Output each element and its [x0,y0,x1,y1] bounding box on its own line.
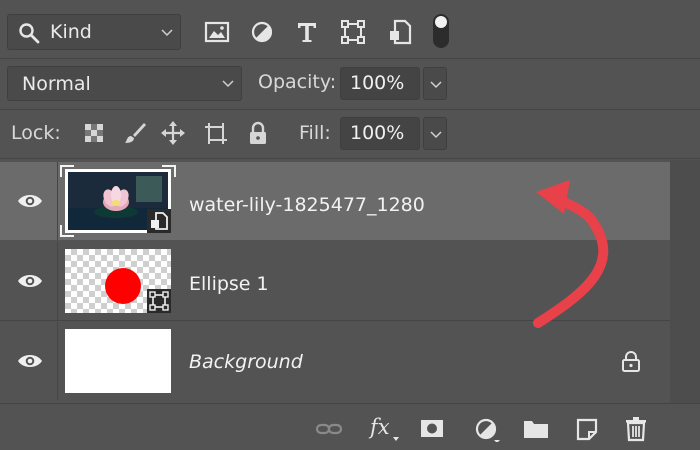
opacity-label: Opacity: [258,71,337,93]
filter-kind-label: Kind [50,21,92,43]
blend-mode-select[interactable]: Normal [7,66,242,101]
divider [0,158,700,159]
lock-transparent-pixels-icon[interactable] [81,120,107,146]
layer-row-background[interactable]: Background [0,322,670,400]
chevron-down-icon [430,131,442,139]
layers-bottom-toolbar: fx [0,403,700,450]
lock-artboard-icon[interactable] [203,120,229,146]
layers-panel: Kind Normal Opacity: 100% Lock: Fill: 10… [0,0,700,450]
chevron-down-icon [430,81,442,89]
blend-mode-label: Normal [22,73,91,95]
lock-image-pixels-icon[interactable] [122,120,148,146]
search-icon [19,23,40,44]
fill-dropdown-button[interactable] [423,117,447,150]
layers-scrollbar[interactable] [670,160,700,403]
filter-toggle[interactable] [433,14,449,48]
lock-position-icon[interactable] [160,120,186,146]
layer-name[interactable]: Background [189,351,303,373]
image-filter-icon[interactable] [203,18,231,46]
smart-object-filter-icon[interactable] [386,18,414,46]
opacity-input[interactable]: 100% [340,67,420,100]
lock-all-icon[interactable] [245,120,271,146]
divider [0,109,700,110]
annotation-arrow [533,180,609,328]
shape-filter-icon[interactable] [339,18,367,46]
layer-name[interactable]: water-lily-1825477_1280 [189,194,425,216]
filter-row: Kind [0,0,700,58]
opacity-dropdown-button[interactable] [423,67,447,100]
smart-object-badge-icon [147,209,171,233]
chevron-down-icon [393,437,399,441]
fill-label: Fill: [299,122,331,144]
add-mask-icon[interactable] [418,416,446,442]
fill-input[interactable]: 100% [340,117,420,150]
adjustment-filter-icon[interactable] [248,18,276,46]
lock-label: Lock: [11,122,61,144]
layer-thumbnail-background [65,329,171,393]
chevron-down-icon [222,80,234,88]
new-layer-icon[interactable] [573,416,601,442]
chevron-down-icon [161,29,173,37]
toggle-knob [435,16,447,28]
visibility-eye-icon[interactable] [17,273,43,289]
link-layers-icon[interactable] [315,416,343,442]
filter-kind-select[interactable]: Kind [7,14,181,50]
delete-layer-icon[interactable] [622,416,650,442]
new-group-icon[interactable] [522,416,550,442]
adjustment-layer-icon[interactable] [472,416,500,442]
visibility-eye-icon[interactable] [17,193,43,209]
layer-style-icon[interactable]: fx [370,415,390,439]
type-filter-icon[interactable] [293,18,321,46]
shape-badge-icon [147,289,171,313]
background-lock-icon[interactable] [621,350,641,372]
divider [0,58,700,59]
layer-name[interactable]: Ellipse 1 [189,273,269,295]
visibility-eye-icon[interactable] [17,353,43,369]
